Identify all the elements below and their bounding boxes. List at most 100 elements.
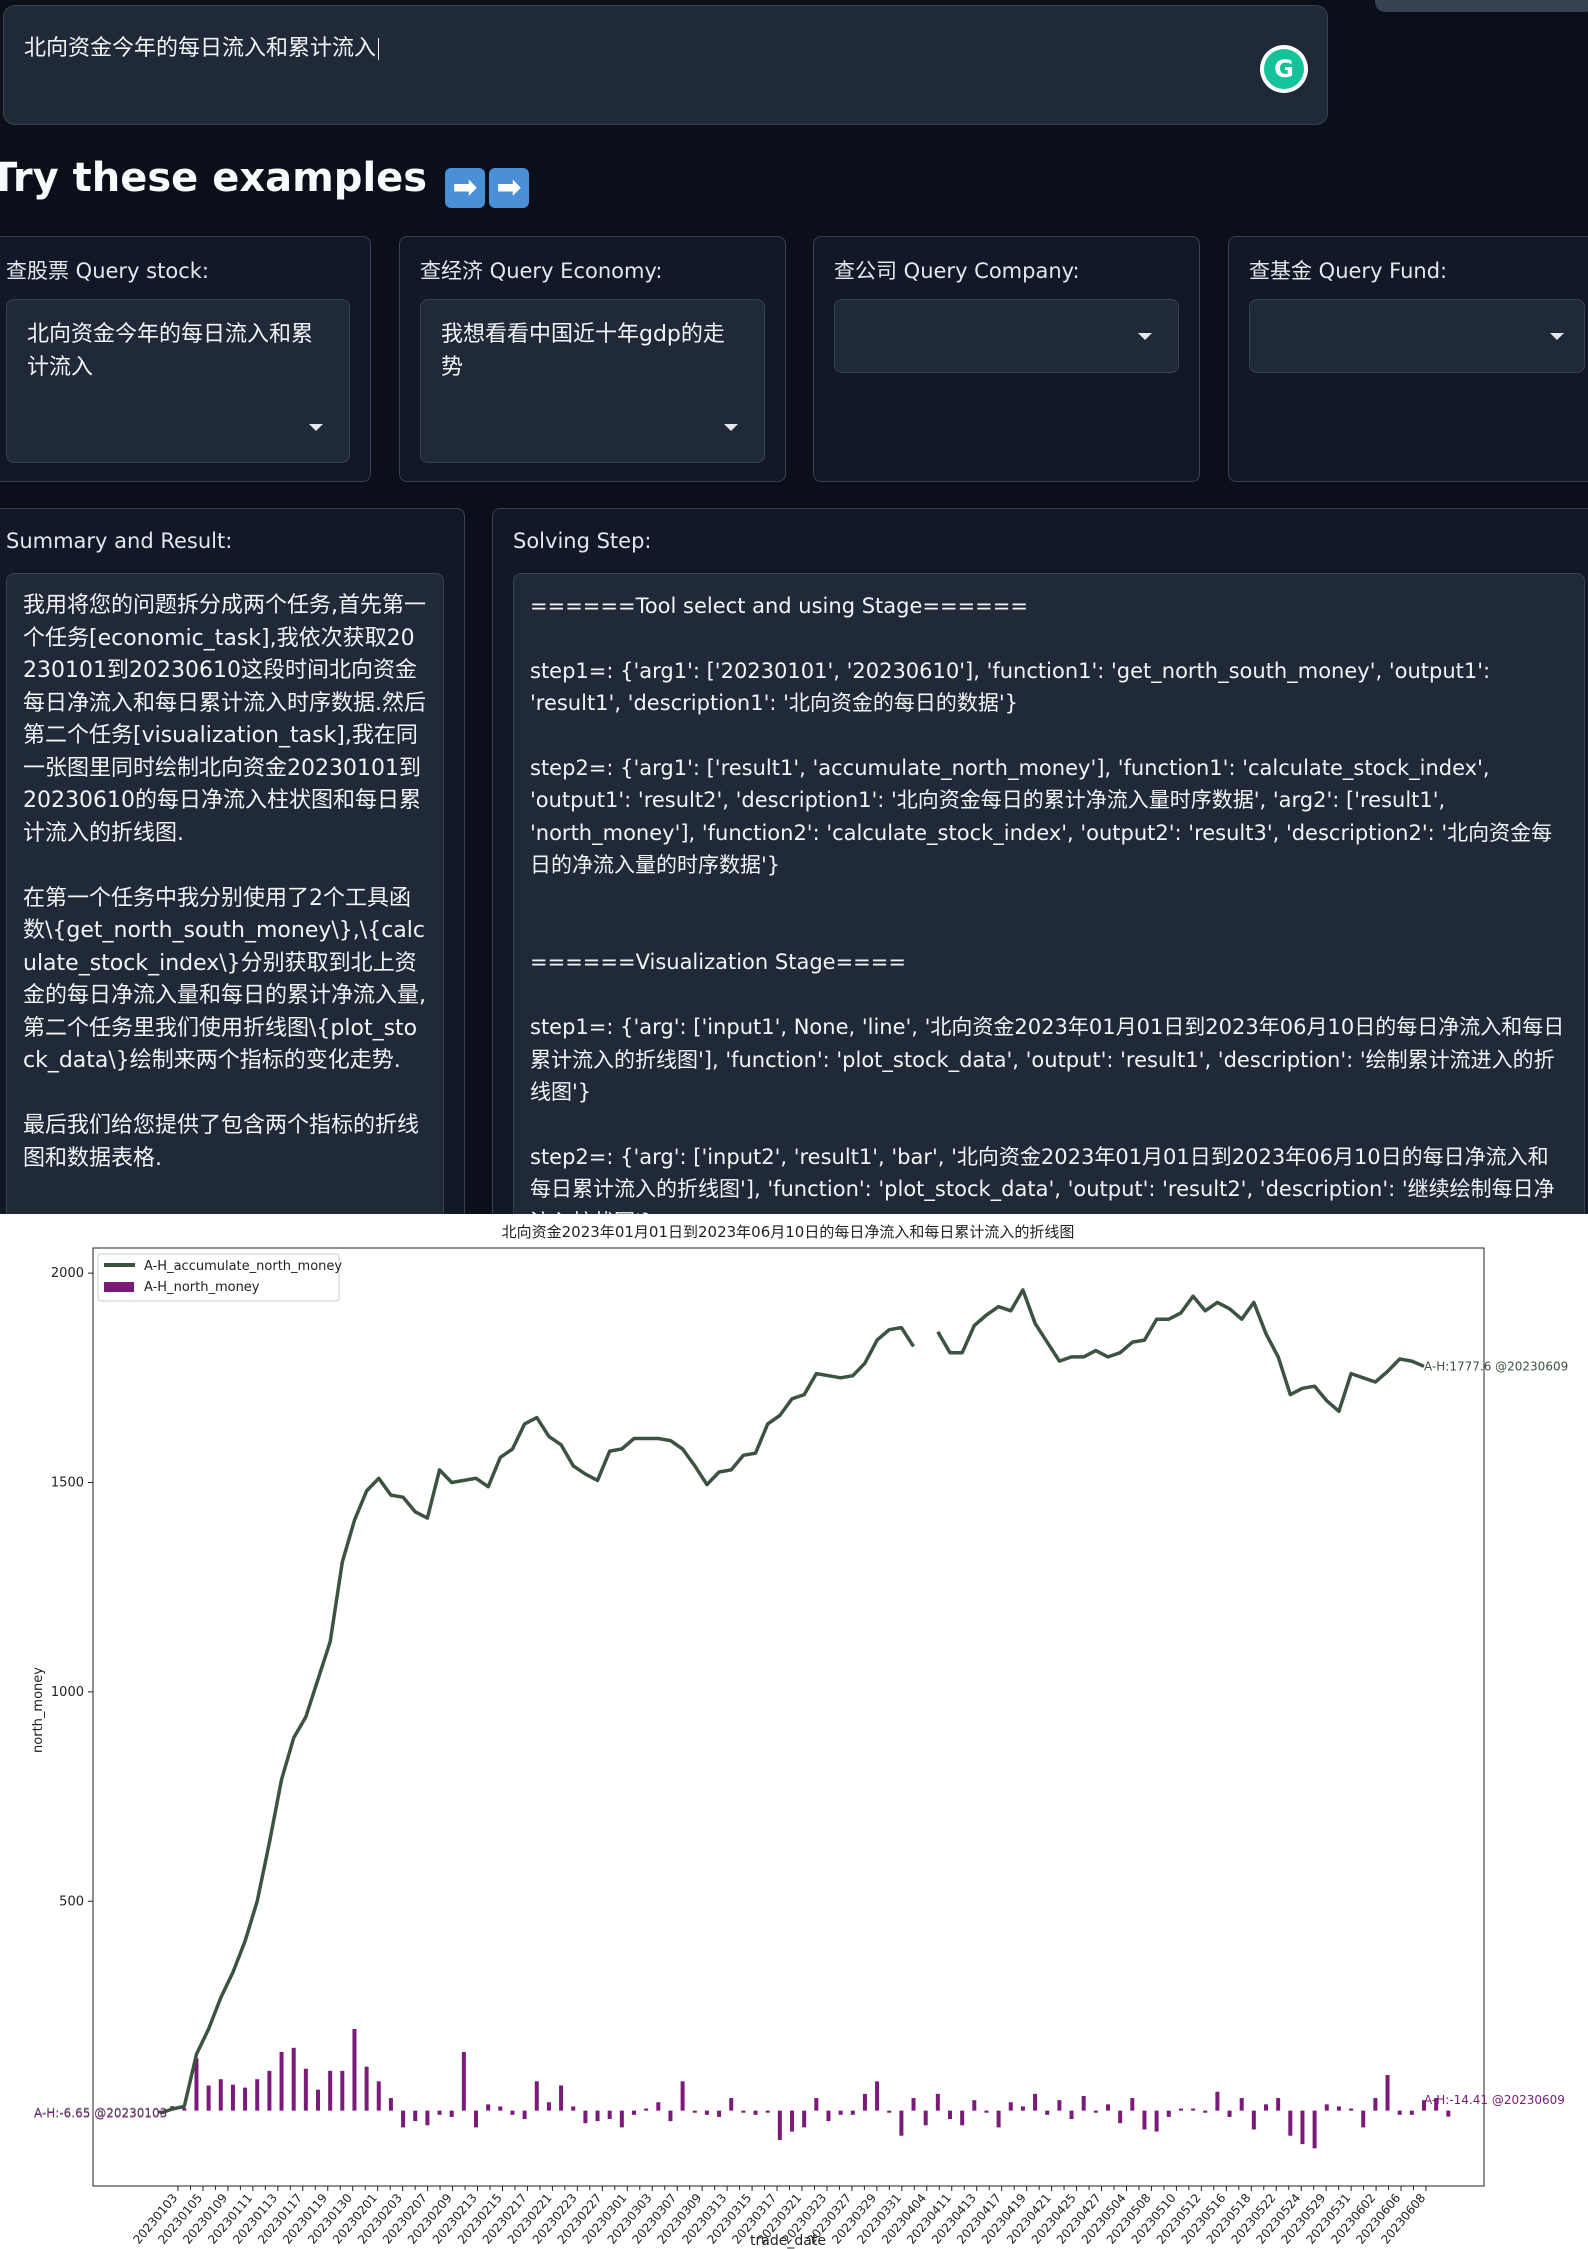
top-right-button-stub[interactable] — [1375, 0, 1588, 12]
bar — [340, 2070, 345, 2111]
bar — [316, 2089, 320, 2111]
bar — [899, 2110, 904, 2136]
bar — [960, 2110, 965, 2126]
bar — [267, 2070, 272, 2111]
bar — [1081, 2095, 1086, 2111]
bar — [680, 2081, 685, 2111]
bar — [862, 2093, 867, 2111]
arrow-right-icon: ➡ — [445, 168, 486, 208]
annotation-north-money-last: A-H:-14.41 @20230609 — [1424, 2093, 1565, 2107]
bar — [911, 2098, 916, 2111]
bar — [984, 2110, 989, 2113]
bar — [218, 2079, 223, 2111]
grammarly-g-glyph: G — [1264, 49, 1304, 89]
bar — [255, 2079, 260, 2111]
bar — [279, 2052, 284, 2111]
grammarly-icon[interactable]: G — [1260, 45, 1308, 93]
bar — [413, 2110, 418, 2122]
bar — [1312, 2110, 1317, 2149]
chevron-down-icon — [1550, 333, 1564, 340]
bar — [230, 2084, 235, 2111]
example-label-economy: 查经济 Query Economy: — [420, 259, 663, 283]
bar — [474, 2110, 478, 2128]
bar — [437, 2110, 442, 2115]
query-input-box[interactable]: 北向资金今年的每日流入和累计流入 G — [3, 5, 1328, 125]
bar — [729, 2098, 734, 2111]
legend: A-H_accumulate_north_money A-H_north_mon… — [97, 1253, 342, 1302]
bar — [498, 2106, 503, 2111]
bar — [1385, 2075, 1390, 2111]
bar — [948, 2110, 952, 2119]
bar — [632, 2110, 636, 2115]
bar — [1154, 2110, 1159, 2132]
bar — [1057, 2100, 1062, 2111]
bar — [352, 2028, 357, 2111]
bar — [1227, 2110, 1232, 2117]
query-input[interactable]: 北向资金今年的每日流入和累计流入 — [24, 30, 380, 62]
bar — [1397, 2110, 1402, 2115]
bar — [753, 2110, 758, 2115]
bar — [486, 2104, 491, 2111]
bar — [291, 2047, 296, 2111]
bar — [935, 2093, 940, 2111]
example-dropdown-fund[interactable] — [1249, 299, 1585, 373]
bar — [510, 2110, 515, 2115]
bar — [364, 2066, 369, 2111]
bar — [1288, 2110, 1293, 2136]
annotations: A-H:-6.65 @20230103A-H:-6.65 @20230103A-… — [34, 1359, 1568, 2120]
bar — [619, 2110, 624, 2128]
y-axis-label: north_money — [31, 1667, 46, 1753]
bar — [717, 2110, 722, 2117]
annotation-accumulate-first: A-H:-6.65 @20230103 — [34, 2105, 167, 2119]
bar — [1142, 2110, 1147, 2130]
bar — [1045, 2110, 1050, 2115]
bar — [182, 2108, 187, 2111]
y-axis-ticks: 500 1000 1500 2000 — [51, 1266, 93, 1909]
chart-container: 北向资金2023年01月01日到2023年06月10日的每日净流入和每日累计流入… — [0, 1214, 1588, 2249]
north-money-chart: 北向资金2023年01月01日到2023年06月10日的每日净流入和每日累计流入… — [31, 1223, 1568, 2249]
example-dropdown-economy-value: 我想看看中国近十年gdp的走势 — [441, 322, 725, 380]
line-series — [159, 1288, 1425, 2116]
bar — [887, 2110, 892, 2113]
solving-step-panel: Solving Step: ======Tool select and usin… — [492, 508, 1588, 1228]
bar — [449, 2110, 454, 2117]
bar — [1008, 2102, 1013, 2111]
bar — [388, 2098, 393, 2111]
example-dropdown-stock[interactable]: 北向资金今年的每日流入和累计流入 — [6, 299, 350, 463]
example-dropdown-company[interactable] — [834, 299, 1179, 373]
bar — [644, 2108, 649, 2111]
bar — [583, 2110, 588, 2124]
bar — [376, 2081, 381, 2111]
legend-label-accumulate: A-H_accumulate_north_money — [144, 1259, 342, 1274]
examples-heading-text: Try these examples — [0, 155, 428, 201]
bar — [668, 2110, 673, 2122]
chart-title: 北向资金2023年01月01日到2023年06月10日的每日净流入和每日累计流入… — [502, 1223, 1075, 1241]
bar — [303, 2068, 308, 2111]
bar — [534, 2081, 539, 2111]
arrow-right-icon: ➡ — [489, 168, 530, 208]
bar — [1178, 2108, 1183, 2111]
bar — [1203, 2110, 1208, 2113]
bar — [559, 2085, 564, 2111]
bar — [850, 2110, 855, 2115]
bar — [765, 2110, 770, 2113]
bar — [1349, 2108, 1354, 2111]
y-tick-label: 500 — [59, 1894, 84, 1909]
bar — [1020, 2106, 1025, 2111]
bar — [1361, 2110, 1366, 2128]
example-dropdown-economy[interactable]: 我想看看中国近十年gdp的走势 — [420, 299, 765, 463]
bar — [1276, 2098, 1281, 2111]
bar — [243, 2087, 248, 2111]
bar — [1300, 2110, 1305, 2145]
annotation-accumulate-last: A-H:1777.6 @20230609 — [1424, 1359, 1568, 1373]
chevron-down-icon — [309, 424, 323, 431]
plot-frame — [92, 1247, 1485, 2187]
series-line — [936, 1288, 1425, 1414]
summary-textarea[interactable]: 我用将您的问题拆分成两个任务,首先第一个任务[economic_task],我依… — [6, 573, 444, 1227]
bar — [1118, 2110, 1123, 2124]
bar — [826, 2110, 831, 2122]
y-tick-label: 2000 — [51, 1266, 84, 1281]
y-tick-label: 1500 — [51, 1476, 84, 1491]
solving-step-textarea[interactable]: ======Tool select and using Stage====== … — [513, 573, 1585, 1227]
bar — [656, 2102, 661, 2111]
